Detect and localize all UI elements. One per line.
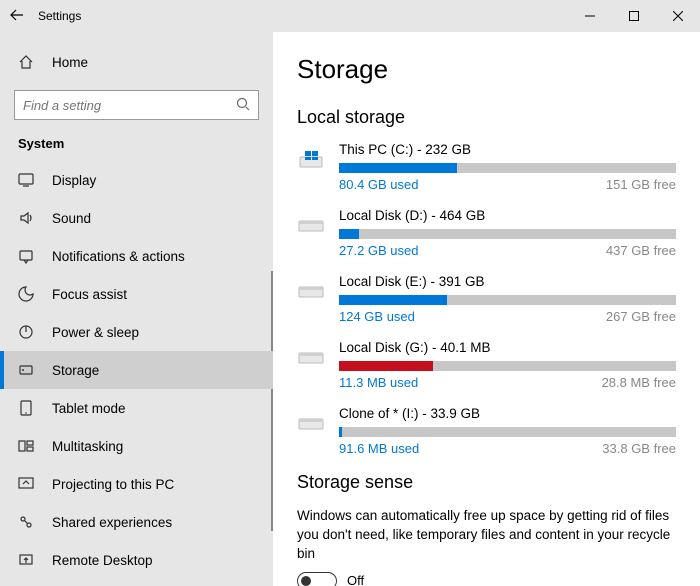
- sidebar-item-shared[interactable]: Shared experiences: [0, 503, 273, 541]
- search-box[interactable]: [14, 90, 259, 120]
- drive-item[interactable]: Clone of * (I:) - 33.9 GB 91.6 MB used 33.…: [297, 406, 676, 456]
- drive-used: 91.6 MB used: [339, 441, 419, 456]
- sidebar-item-projecting[interactable]: Projecting to this PC: [0, 465, 273, 503]
- sidebar-item-label: Projecting to this PC: [52, 477, 174, 492]
- section-header: System: [0, 136, 273, 161]
- drive-name: Clone of * (I:) - 33.9 GB: [339, 406, 676, 421]
- drive-free: 28.8 MB free: [602, 375, 676, 390]
- sidebar-item-multitask[interactable]: Multitasking: [0, 427, 273, 465]
- sidebar-item-label: Storage: [52, 363, 99, 378]
- drive-free: 33.8 GB free: [602, 441, 676, 456]
- storage-sense-header: Storage sense: [297, 472, 676, 493]
- sidebar-item-label: Notifications & actions: [52, 249, 185, 264]
- sidebar-item-tablet[interactable]: Tablet mode: [0, 389, 273, 427]
- drive-free: 151 GB free: [606, 177, 676, 192]
- back-button[interactable]: [10, 8, 24, 25]
- search-input[interactable]: [23, 98, 236, 113]
- projecting-icon: [18, 476, 34, 492]
- storage-sense-toggle[interactable]: Off: [297, 572, 676, 586]
- drive-usage-bar: [339, 229, 676, 239]
- drive-used: 27.2 GB used: [339, 243, 419, 258]
- display-icon: [18, 172, 34, 188]
- sidebar-item-label: Remote Desktop: [52, 553, 153, 568]
- drive-name: This PC (C:) - 232 GB: [339, 142, 676, 157]
- sidebar-item-remote[interactable]: Remote Desktop: [0, 541, 273, 579]
- drive-usage-bar: [339, 295, 676, 305]
- sidebar-item-label: Multitasking: [52, 439, 123, 454]
- tablet-icon: [18, 400, 34, 416]
- sidebar-item-storage[interactable]: Storage: [0, 351, 273, 389]
- sidebar: Home System Display Sound Notifications & …: [0, 32, 273, 586]
- power-icon: [18, 324, 34, 340]
- drive-item[interactable]: Local Disk (E:) - 391 GB 124 GB used 267 G…: [297, 274, 676, 324]
- shared-icon: [18, 514, 34, 530]
- sidebar-item-display[interactable]: Display: [0, 161, 273, 199]
- toggle-state-label: Off: [347, 573, 364, 586]
- drive-item[interactable]: Local Disk (G:) - 40.1 MB 11.3 MB used 28.…: [297, 340, 676, 390]
- drive-icon: [297, 410, 325, 438]
- os-drive-icon: [297, 146, 325, 174]
- sidebar-item-label: Power & sleep: [52, 325, 139, 340]
- drive-icon: [297, 278, 325, 306]
- titlebar: Settings: [0, 0, 700, 32]
- toggle-switch-icon: [297, 572, 337, 586]
- storage-icon: [18, 362, 34, 378]
- sidebar-item-notifications[interactable]: Notifications & actions: [0, 237, 273, 275]
- drive-item[interactable]: This PC (C:) - 232 GB 80.4 GB used 151 GB …: [297, 142, 676, 192]
- drive-name: Local Disk (E:) - 391 GB: [339, 274, 676, 289]
- sidebar-item-power[interactable]: Power & sleep: [0, 313, 273, 351]
- drive-used: 80.4 GB used: [339, 177, 419, 192]
- close-button[interactable]: [656, 0, 700, 32]
- minimize-button[interactable]: [568, 0, 612, 32]
- drive-used: 124 GB used: [339, 309, 415, 324]
- local-storage-header: Local storage: [297, 107, 676, 128]
- search-icon: [236, 97, 250, 114]
- page-title: Storage: [297, 54, 676, 85]
- drive-name: Local Disk (D:) - 464 GB: [339, 208, 676, 223]
- sidebar-item-label: Tablet mode: [52, 401, 126, 416]
- sidebar-item-label: Shared experiences: [52, 515, 172, 530]
- drive-name: Local Disk (G:) - 40.1 MB: [339, 340, 676, 355]
- home-icon: [18, 54, 34, 70]
- focus-icon: [18, 286, 34, 302]
- storage-sense-description: Windows can automatically free up space …: [297, 507, 676, 564]
- sidebar-item-focus[interactable]: Focus assist: [0, 275, 273, 313]
- drive-usage-bar: [339, 361, 676, 371]
- maximize-button[interactable]: [612, 0, 656, 32]
- drive-usage-bar: [339, 163, 676, 173]
- drive-free: 437 GB free: [606, 243, 676, 258]
- sidebar-item-label: Focus assist: [52, 287, 127, 302]
- multitask-icon: [18, 438, 34, 454]
- sidebar-item-label: Sound: [52, 211, 91, 226]
- notifications-icon: [18, 248, 34, 264]
- drive-used: 11.3 MB used: [339, 375, 418, 390]
- sound-icon: [18, 210, 34, 226]
- drive-item[interactable]: Local Disk (D:) - 464 GB 27.2 GB used 437 …: [297, 208, 676, 258]
- remote-icon: [18, 552, 34, 568]
- window-title: Settings: [38, 9, 81, 23]
- nav-list: Display Sound Notifications & actions Focus…: [0, 161, 273, 586]
- main-content: Storage Local storage This PC (C:) - 232…: [273, 32, 700, 586]
- drive-free: 267 GB free: [606, 309, 676, 324]
- drive-usage-bar: [339, 427, 676, 437]
- drive-icon: [297, 212, 325, 240]
- home-button[interactable]: Home: [0, 44, 273, 80]
- home-label: Home: [52, 55, 88, 70]
- drive-icon: [297, 344, 325, 372]
- sidebar-item-label: Display: [52, 173, 96, 188]
- sidebar-item-sound[interactable]: Sound: [0, 199, 273, 237]
